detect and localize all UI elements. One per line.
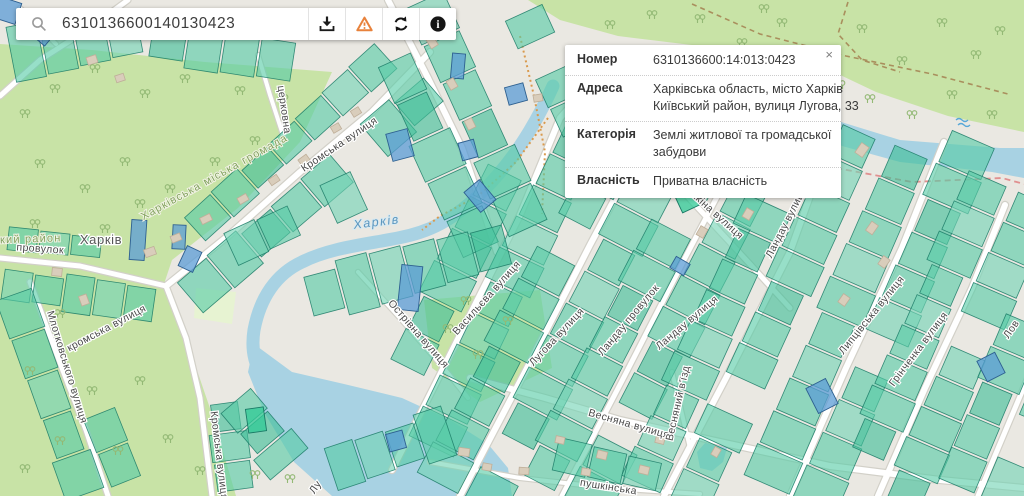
close-icon[interactable]: ×: [825, 48, 833, 61]
parcel-blue: [129, 220, 147, 261]
popup-row-number: Номер 6310136600:14:013:0423: [565, 47, 841, 76]
field-label: Номер: [577, 52, 653, 70]
warning-icon: [355, 15, 374, 33]
building: [482, 463, 492, 471]
field-value: 6310136600:14:013:0423: [653, 52, 829, 70]
field-value: Харківська область, місто ХарківКиївськи…: [653, 81, 859, 116]
field-label: Власність: [577, 173, 653, 191]
field-label: Адреса: [577, 81, 653, 116]
parcel-blue: [450, 53, 465, 79]
parcel-info-popup: × Номер 6310136600:14:013:0423 Адреса Ха…: [565, 45, 841, 198]
popup-row-ownership: Власність Приватна власність: [565, 168, 841, 196]
parcel: [92, 280, 125, 319]
download-icon: [318, 15, 336, 33]
building: [458, 447, 470, 456]
cadastral-map-canvas[interactable]: Кромська вулицяцерковнакромська вулицяКр…: [0, 0, 1024, 496]
popup-row-category: Категорія Землі житлової та громадськоїз…: [565, 122, 841, 168]
popup-row-address: Адреса Харківська область, місто ХарківК…: [565, 76, 841, 122]
field-value: Землі житлової та громадськоїзабудови: [653, 127, 831, 162]
download-button[interactable]: [308, 8, 345, 40]
parcel: [32, 275, 64, 306]
refresh-button[interactable]: [382, 8, 419, 40]
building: [581, 468, 591, 476]
building: [533, 94, 543, 102]
refresh-icon: [392, 15, 410, 33]
info-icon: i: [429, 15, 447, 33]
city-label: Харків: [80, 232, 122, 247]
building: [519, 467, 529, 475]
field-value: Приватна власність: [653, 173, 829, 191]
map-viewer: Кромська вулицяцерковнакромська вулицяКр…: [0, 0, 1024, 496]
building: [52, 267, 63, 276]
parcel: [245, 407, 266, 433]
parcel: [62, 274, 95, 316]
search-icon: [16, 16, 62, 33]
warning-button[interactable]: [345, 8, 382, 40]
building: [555, 436, 565, 445]
parcel: [256, 38, 295, 81]
info-button[interactable]: i: [419, 8, 456, 40]
search-input[interactable]: 6310136600140130423: [62, 15, 308, 33]
search-bar: 6310136600140130423: [16, 8, 456, 40]
field-label: Категорія: [577, 127, 653, 162]
